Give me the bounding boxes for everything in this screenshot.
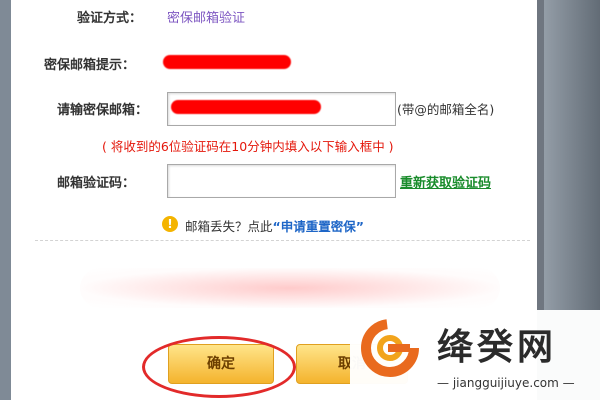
watermark-subtitle: — jiangguijiuye.com — <box>437 376 575 390</box>
reset-security-link[interactable]: “申请重置密保” <box>273 219 364 234</box>
email-input-hint: (带@的邮箱全名) <box>397 102 495 117</box>
verify-method-value: 密保邮箱验证 <box>167 11 246 26</box>
email-hint-redacted <box>163 55 291 69</box>
redacted-area <box>80 268 500 308</box>
info-icon: ! <box>162 216 178 232</box>
code-input[interactable] <box>167 164 396 198</box>
watermark-title: 绛癸网 <box>437 327 558 368</box>
code-notice: ( 将收到的6位验证码在10分钟内填入以下输入框中 ) <box>102 139 394 154</box>
scrollbar-track[interactable] <box>544 0 600 310</box>
resend-code-link[interactable]: 重新获取验证码 <box>400 172 491 191</box>
divider <box>35 240 530 241</box>
lost-email-prefix: 邮箱丢失？点此 <box>185 219 273 234</box>
email-input-redacted <box>171 100 321 114</box>
annotation-circle <box>142 336 296 398</box>
email-input-label: 请输密保邮箱： <box>57 103 149 118</box>
g-logo-icon <box>361 319 419 377</box>
lost-email-text: 邮箱丢失？点此“申请重置密保” <box>185 216 364 235</box>
code-input-label: 邮箱验证码： <box>57 176 136 191</box>
verify-method-label: 验证方式： <box>77 11 143 26</box>
email-hint-label: 密保邮箱提示： <box>44 58 136 73</box>
